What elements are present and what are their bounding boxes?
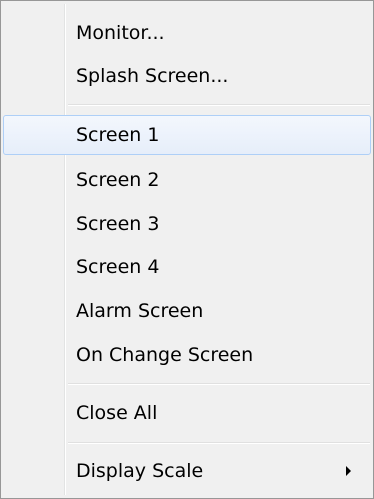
menu-item-label: Screen 3 (76, 213, 160, 235)
menu-item-label: On Change Screen (76, 344, 254, 366)
menu-separator (68, 104, 370, 106)
menu-item-label: Alarm Screen (76, 300, 204, 322)
context-menu: Monitor... Splash Screen... Screen 1 Scr… (0, 0, 374, 499)
menu-item-close-all[interactable]: Close All (3, 393, 371, 433)
menu-item-label: Screen 4 (76, 256, 160, 278)
menu-item-alarm-screen[interactable]: Alarm Screen (3, 291, 371, 331)
menu-item-splash-screen[interactable]: Splash Screen... (3, 56, 371, 96)
menu-item-on-change-screen[interactable]: On Change Screen (3, 335, 371, 375)
menu-separator (68, 383, 370, 385)
chevron-right-icon (346, 466, 351, 476)
menu-item-display-scale[interactable]: Display Scale (3, 451, 371, 491)
menu-item-monitor[interactable]: Monitor... (3, 13, 371, 53)
menu-item-label: Monitor... (76, 22, 165, 44)
menu-item-screen-2[interactable]: Screen 2 (3, 160, 371, 200)
menu-item-screen-4[interactable]: Screen 4 (3, 247, 371, 287)
menu-item-screen-1[interactable]: Screen 1 (3, 115, 371, 155)
menu-item-label: Screen 1 (76, 124, 160, 146)
menu-item-label: Close All (76, 402, 158, 424)
menu-item-label: Screen 2 (76, 169, 160, 191)
menu-separator (68, 442, 370, 444)
menu-item-screen-3[interactable]: Screen 3 (3, 204, 371, 244)
menu-item-label: Display Scale (76, 460, 204, 482)
menu-item-label: Splash Screen... (76, 65, 229, 87)
